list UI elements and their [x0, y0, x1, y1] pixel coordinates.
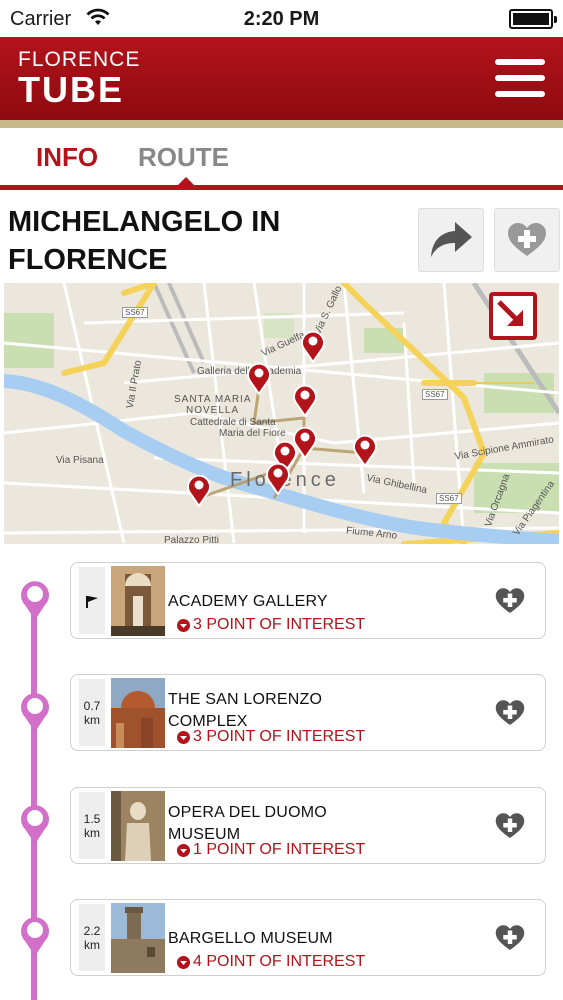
- stop-thumbnail: [111, 566, 165, 636]
- stop-poi-count[interactable]: 4 POINT OF INTEREST: [193, 953, 365, 971]
- share-button[interactable]: [418, 208, 484, 272]
- stop-distance: 1.5 km: [79, 792, 105, 859]
- stop-card[interactable]: 1.5 km OPERA DEL DUOMO MUSEUM 1 POINT OF…: [70, 787, 546, 864]
- map-pin[interactable]: [352, 433, 378, 467]
- tab-underline: [0, 185, 563, 190]
- stop-card[interactable]: 0.7 km THE SAN LORENZO COMPLEX 3 POINT O…: [70, 674, 546, 751]
- map-label-street: Via Pisana: [56, 455, 104, 466]
- map-label-cathedral: Cattedrale di Santa: [190, 417, 276, 428]
- timeline-node: [21, 805, 49, 844]
- status-time: 2:20 PM: [243, 8, 320, 30]
- map-label-cathedral: Maria del Fiore: [219, 428, 286, 439]
- timeline-node: [21, 581, 49, 620]
- map-pin[interactable]: [300, 329, 326, 363]
- stop-distance-value: 1.5: [83, 812, 101, 826]
- favorite-button[interactable]: [494, 208, 560, 272]
- stop-distance-value: 2.2: [83, 924, 101, 938]
- chevron-down-circle-icon: [177, 619, 190, 632]
- stop-distance-unit: km: [84, 938, 100, 952]
- heart-plus-icon[interactable]: [495, 812, 525, 840]
- map-canvas: [4, 283, 559, 544]
- tab-bar: INFO ROUTE: [0, 128, 563, 190]
- expand-arrow-icon: [497, 300, 523, 326]
- map-label-road: SS67: [436, 493, 462, 504]
- map-expand-button[interactable]: [489, 292, 537, 340]
- tab-info[interactable]: INFO: [36, 142, 98, 173]
- stop-distance-unit: km: [84, 826, 100, 840]
- map-pin[interactable]: [292, 383, 318, 417]
- map-label-road: SS67: [422, 389, 448, 400]
- stop-name: THE SAN LORENZO COMPLEX: [168, 691, 323, 730]
- map-label-road: SS67: [122, 307, 148, 318]
- route-title-line-1: MICHELANGELO IN: [8, 206, 281, 238]
- stop-distance: 0.7 km: [79, 679, 105, 746]
- logo-line-2: TUBE: [18, 69, 124, 110]
- route-title: MICHELANGELO IN FLORENCE: [8, 203, 338, 279]
- stop-thumbnail: [111, 678, 165, 748]
- stop-name: ACADEMY GALLERY: [168, 593, 328, 610]
- stop-distance: [79, 567, 105, 634]
- map-pin[interactable]: [186, 473, 212, 507]
- heart-plus-icon[interactable]: [495, 587, 525, 615]
- heart-plus-icon[interactable]: [495, 699, 525, 727]
- stop-distance-value: 0.7: [83, 699, 101, 713]
- map-pin[interactable]: [246, 361, 272, 395]
- logo-line-1: FLORENCE: [18, 48, 141, 71]
- battery-icon: [509, 9, 557, 29]
- header-accent-stripe: [0, 120, 563, 128]
- stop-thumbnail: [111, 903, 165, 973]
- stop-distance-unit: km: [84, 713, 100, 727]
- menu-button[interactable]: [495, 59, 545, 97]
- stop-thumbnail: [111, 791, 165, 861]
- flag-icon: [86, 596, 98, 608]
- chevron-down-circle-icon: [177, 844, 190, 857]
- heart-plus-icon[interactable]: [495, 924, 525, 952]
- share-arrow-icon: [431, 222, 472, 257]
- chevron-down-circle-icon: [177, 731, 190, 744]
- stop-name: BARGELLO MUSEUM: [168, 930, 333, 947]
- heart-plus-icon: [508, 223, 546, 256]
- app-logo: FLORENCE TUBE: [18, 49, 140, 108]
- stop-distance: 2.2 km: [79, 904, 105, 971]
- stop-card[interactable]: ACADEMY GALLERY 3 POINT OF INTEREST: [70, 562, 546, 639]
- route-map[interactable]: SS67 SS67 SS67 Galleria dell'Accademia S…: [4, 283, 559, 544]
- map-label-district: NOVELLA: [186, 405, 240, 416]
- stop-name: OPERA DEL DUOMO MUSEUM: [168, 804, 327, 843]
- timeline-node: [21, 693, 49, 732]
- stop-card[interactable]: 2.2 km BARGELLO MUSEUM 4 POINT OF INTERE…: [70, 899, 546, 976]
- map-label-landmark: Palazzo Pitti: [164, 535, 220, 544]
- app-header: FLORENCE TUBE: [0, 37, 563, 128]
- stop-poi-count[interactable]: 3 POINT OF INTEREST: [193, 728, 365, 746]
- map-label-district: SANTA MARIA: [174, 394, 252, 405]
- stop-poi-count[interactable]: 1 POINT OF INTEREST: [193, 841, 365, 859]
- status-bar: Carrier 2:20 PM: [0, 0, 563, 37]
- route-title-line-2: FLORENCE: [8, 244, 168, 276]
- map-pin[interactable]: [265, 461, 291, 495]
- chevron-down-circle-icon: [177, 956, 190, 969]
- timeline-node: [21, 917, 49, 956]
- tab-route[interactable]: ROUTE: [138, 142, 229, 173]
- stop-poi-count[interactable]: 3 POINT OF INTEREST: [193, 616, 365, 634]
- hamburger-icon: [495, 59, 545, 65]
